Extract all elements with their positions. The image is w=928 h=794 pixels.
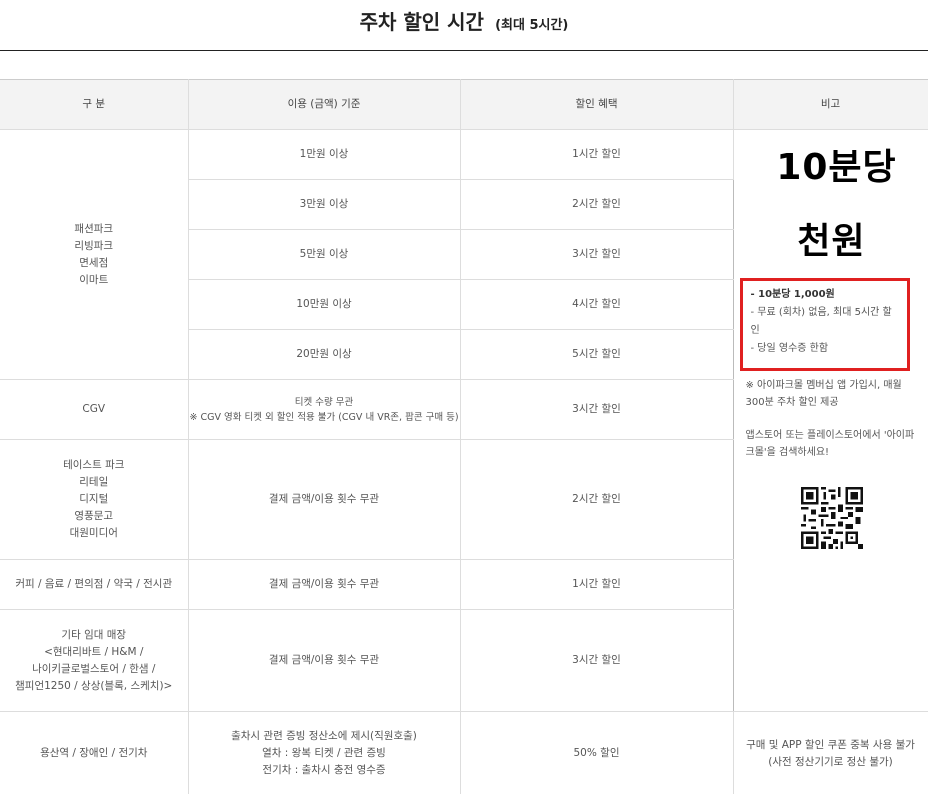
category-line: 챔피언1250 / 상상(블록, 스케치)> (15, 679, 173, 692)
category-line: 나이키글로벌스토어 / 한샘 / (32, 662, 156, 675)
header-category: 구 분 (0, 79, 189, 130)
criteria-cell: 20만원 이상 (188, 329, 461, 380)
criteria-cell: 5만원 이상 (188, 229, 461, 280)
remark-line: (사전 정산기기로 정산 불가) (768, 755, 893, 768)
category-cell-coffee: 커피 / 음료 / 편의점 / 약국 / 전시관 (0, 559, 189, 610)
criteria-cell: 결제 금액/이용 횟수 무관 (188, 439, 461, 560)
remark-item: - 당일 영수증 한함 (750, 343, 829, 354)
remark-item: - 10분당 1,000원 (750, 289, 835, 300)
criteria-cell: 10만원 이상 (188, 279, 461, 330)
benefit-cell: 3시간 할인 (460, 379, 734, 440)
category-line: 패션파크 (74, 222, 114, 235)
category-line: 대원미디어 (69, 527, 118, 539)
benefit-cell: 2시간 할인 (460, 439, 734, 560)
criteria-cell: 3만원 이상 (188, 179, 461, 230)
category-line: 테이스트 파크 (63, 459, 125, 471)
table-row: 용산역 / 장애인 / 전기차 출차시 관련 증빙 정산소에 제시(직원호출) … (0, 711, 928, 794)
category-line: 영풍문고 (74, 510, 114, 522)
category-cell-other: 기타 임대 매장 <현대리바트 / H&M / 나이키글로벌스토어 / 한샘 /… (0, 609, 189, 712)
page-title-sub: (최대 5시간) (495, 18, 569, 33)
criteria-cell: 결제 금액/이용 횟수 무관 (188, 559, 461, 610)
table-header-row: 구 분 이용 (금액) 기준 할인 혜택 비고 (0, 79, 928, 130)
handwritten-note-line2: 천원 (797, 221, 866, 262)
highlight-box: - 10분당 1,000원 - 무료 (회차) 없음, 최대 5시간 할인 - … (739, 278, 910, 371)
remark-line: 구매 및 APP 할인 쿠폰 중복 사용 불가 (746, 738, 915, 751)
criteria-line: 티켓 수량 무관 (294, 396, 354, 408)
category-line: 면세점 (79, 256, 109, 269)
criteria-cell: 결제 금액/이용 횟수 무관 (188, 609, 461, 712)
category-line: 이마트 (79, 273, 109, 286)
handwritten-note-line1: 10분당 (776, 147, 897, 188)
header-remark: 비고 (733, 79, 928, 130)
benefit-cell: 4시간 할인 (460, 279, 734, 330)
benefit-cell: 5시간 할인 (460, 329, 734, 380)
discount-table: 구 분 이용 (금액) 기준 할인 혜택 비고 패션파크 리빙파크 면세점 이마… (0, 79, 928, 794)
membership-note: ※ 아이파크몰 멤버십 앱 가입시, 매월 300분 주차 할인 제공 (745, 380, 902, 408)
criteria-line: 전기차 : 출차시 충전 영수증 (262, 764, 386, 776)
criteria-line: 출차시 관련 증빙 정산소에 제시(직원호출) (231, 730, 417, 742)
header-benefit: 할인 혜택 (460, 79, 734, 130)
category-line: 디지털 (79, 493, 109, 505)
category-cell-cgv: CGV (0, 379, 189, 440)
category-line: 리빙파크 (74, 239, 114, 252)
remark-cell-yongsan: 구매 및 APP 할인 쿠폰 중복 사용 불가 (사전 정산기기로 정산 불가) (733, 711, 928, 794)
benefit-cell: 3시간 할인 (460, 609, 734, 712)
page-title: 주차 할인 시간 (최대 5시간) (360, 5, 569, 39)
remark-item: - 무료 (회차) 없음, 최대 5시간 할인 (750, 307, 892, 336)
benefit-cell: 1시간 할인 (460, 129, 734, 180)
app-search-note: 앱스토어 또는 플레이스토어에서 '아이파크몰'을 검색하세요! (745, 430, 915, 458)
qr-code-icon (800, 487, 863, 549)
category-line: 리테일 (79, 476, 109, 488)
benefit-cell: 1시간 할인 (460, 559, 734, 610)
header-criteria: 이용 (금액) 기준 (188, 79, 461, 130)
remark-cell: 10분당 천원 - 10분당 1,000원 - 무료 (회차) 없음, 최대 5… (733, 129, 928, 712)
page-title-main: 주차 할인 시간 (359, 10, 484, 34)
page-title-bar: 주차 할인 시간 (최대 5시간) (0, 0, 928, 51)
benefit-cell: 3시간 할인 (460, 229, 734, 280)
benefit-cell: 50% 할인 (460, 711, 734, 794)
criteria-line: ※ CGV 영화 티켓 외 할인 적용 불가 (CGV 내 VR존, 팝콘 구매… (189, 411, 459, 423)
criteria-line: 열차 : 왕복 티켓 / 관련 증빙 (262, 747, 386, 759)
criteria-cell: 티켓 수량 무관 ※ CGV 영화 티켓 외 할인 적용 불가 (CGV 내 V… (188, 379, 461, 440)
criteria-cell: 출차시 관련 증빙 정산소에 제시(직원호출) 열차 : 왕복 티켓 / 관련 … (188, 711, 461, 794)
category-line: <현대리바트 / H&M / (44, 645, 144, 658)
category-cell-yongsan: 용산역 / 장애인 / 전기차 (0, 711, 189, 794)
category-line: 기타 임대 매장 (61, 628, 127, 641)
criteria-cell: 1만원 이상 (188, 129, 461, 180)
category-cell-taste: 테이스트 파크 리테일 디지털 영풍문고 대원미디어 (0, 439, 189, 560)
category-cell-fashion: 패션파크 리빙파크 면세점 이마트 (0, 129, 189, 380)
table-row: 패션파크 리빙파크 면세점 이마트 1만원 이상 1시간 할인 10분당 천원 … (0, 129, 928, 712)
benefit-cell: 2시간 할인 (460, 179, 734, 230)
